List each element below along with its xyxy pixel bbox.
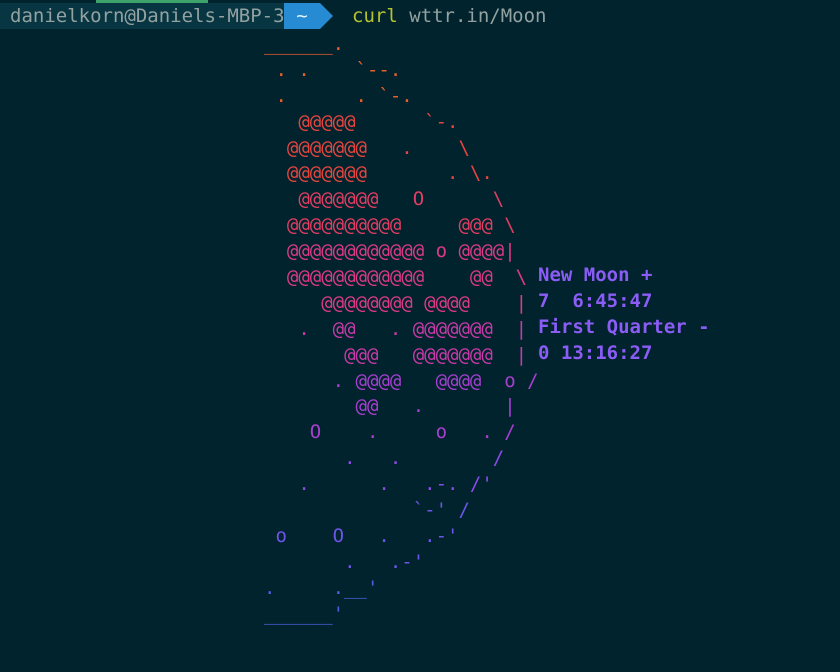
moon-art-line: @@@@@@@@@@@@ @@ \ xyxy=(264,266,528,289)
moon-art-line: @@@@@ `-. xyxy=(264,110,459,133)
moon-art-line: ______. xyxy=(264,33,345,55)
command-argument: wttr.in/Moon xyxy=(409,5,547,27)
phase-line-first-quarter: First Quarter - xyxy=(538,315,710,338)
moon-art-line: @@@@@@@ O \ xyxy=(264,188,505,211)
moon-art-line: o O . .-' xyxy=(264,524,459,547)
moon-art-line: `-' / xyxy=(264,499,470,522)
moon-art-line: . @@ . @@@@@@@ | xyxy=(264,317,528,340)
phase-line-new-moon-time: 7 6:45:47 xyxy=(538,289,653,312)
moon-art-line: . @@@@ @@@@ o / xyxy=(264,369,539,392)
command-executable: curl xyxy=(352,5,398,27)
moon-art-line: @@ . | xyxy=(264,395,516,418)
moon-art-line: . . / xyxy=(264,447,505,470)
moon-phase-info: New Moon + 7 6:45:47 First Quarter - 0 13:1… xyxy=(538,263,710,367)
moon-ascii-art: ______. . . `--. . . `-. @@@@@ `-. @@@@@… xyxy=(264,33,539,628)
prompt-directory-segment: ~ xyxy=(284,3,333,29)
moon-art-line: . .__' xyxy=(264,576,379,599)
moon-art-line: . . `-. xyxy=(264,84,413,107)
moon-art-line: @@@@@@@ . \ xyxy=(264,136,470,159)
moon-art-line: ______' xyxy=(264,602,345,625)
phase-line-new-moon: New Moon + xyxy=(538,264,653,286)
moon-art-line: O . o . / xyxy=(264,421,516,444)
moon-art-line: . . .-. /' xyxy=(264,473,493,496)
moon-art-line: @@@@@@@@@@ @@@ \ xyxy=(264,214,516,237)
moon-art-line: @@@ @@@@@@@ | xyxy=(264,343,528,366)
command-line[interactable]: curl wttr.in/Moon xyxy=(352,3,547,29)
moon-art-line: @@@@@@@@@@@@ o @@@@| xyxy=(264,240,516,263)
moon-art-line: @@@@@@@ . \. xyxy=(264,162,493,185)
moon-art-line: @@@@@@@@ @@@@ | xyxy=(264,291,528,314)
terminal-prompt: danielkorn@Daniels-MBP-3 ~ curl wttr.in/… xyxy=(0,0,840,30)
moon-art-line: . .-' xyxy=(264,550,425,573)
prompt-host-segment: danielkorn@Daniels-MBP-3 xyxy=(0,3,285,29)
phase-line-first-quarter-time: 0 13:16:27 xyxy=(538,341,653,364)
moon-art-line: . . `--. xyxy=(264,58,402,81)
